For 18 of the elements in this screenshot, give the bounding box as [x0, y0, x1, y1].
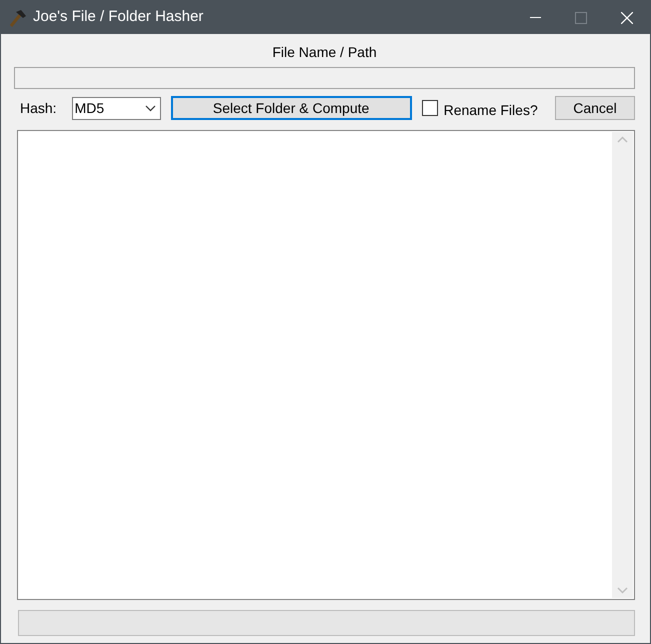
hash-label: Hash:: [20, 98, 57, 118]
path-field[interactable]: [14, 67, 635, 89]
caret-icon: [144, 104, 156, 112]
scroll-down-icon[interactable]: [617, 587, 628, 594]
close-icon: [621, 12, 633, 24]
scroll-up-icon[interactable]: [617, 136, 628, 143]
select-folder-compute-button[interactable]: Select Folder & Compute: [170, 96, 412, 120]
rename-files-label[interactable]: Rename Files?: [444, 100, 538, 120]
hammer-icon: [7, 8, 27, 28]
hash-dropdown[interactable]: MD5: [72, 96, 161, 120]
path-label: File Name / Path: [272, 44, 377, 60]
cancel-button[interactable]: Cancel: [555, 96, 635, 120]
maximize-icon: [575, 12, 587, 24]
scrollbar[interactable]: [612, 132, 633, 598]
output-list[interactable]: [17, 130, 635, 600]
rename-checkbox[interactable]: [422, 100, 438, 116]
window-title: Joe's File / Folder Hasher: [33, 7, 204, 28]
minimize-icon: [530, 17, 540, 18]
